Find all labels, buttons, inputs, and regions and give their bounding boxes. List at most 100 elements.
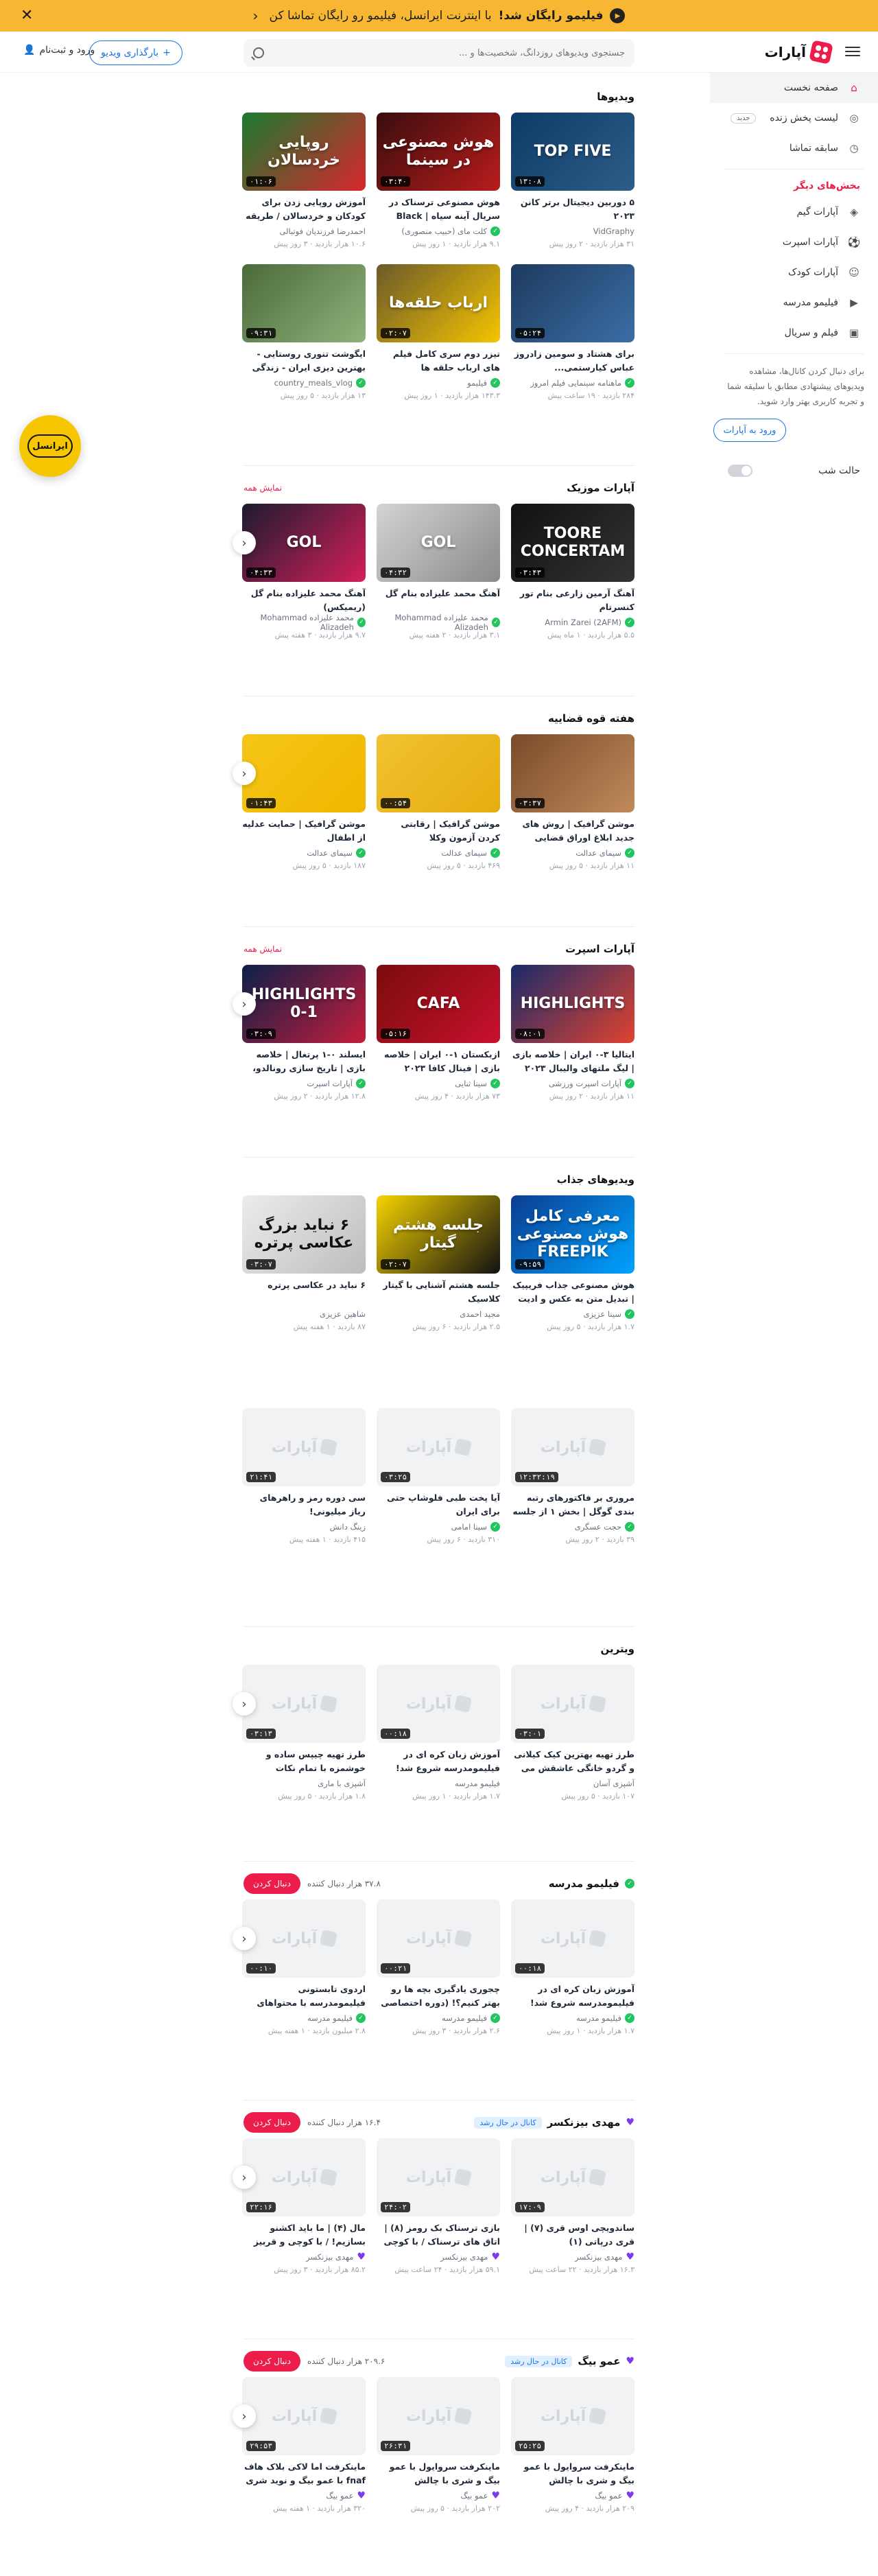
video-card[interactable]: آپارات ۰۰:۲۱ چجوری یادگیری بچه ها رو بهتر … — [377, 1899, 500, 2037]
channel-name[interactable]: فیلیمو مدرسه — [377, 1778, 500, 1789]
follow-button[interactable]: دنبال کردن — [244, 2112, 300, 2133]
video-title[interactable]: هوش مصنوعی ترسناک در سریال آینه سیاه | B… — [377, 196, 500, 223]
video-title[interactable]: ماینکرفت اما لاکی بلاک هاف fnaf با عمو ب… — [242, 2460, 366, 2487]
video-title[interactable]: جلسه هشتم آشنایی با گیتار کلاسیک — [377, 1278, 500, 1306]
video-thumbnail[interactable]: HIGHLIGHTS 0-1 ۰۳:۰۹ — [242, 965, 366, 1043]
video-thumbnail[interactable]: جلسه هشتم گیتار ۰۲:۰۷ — [377, 1195, 500, 1274]
video-thumbnail[interactable]: TOORE CONCERTAM ۰۳:۴۳ — [511, 504, 634, 582]
hamburger-menu-icon[interactable] — [845, 44, 860, 59]
chevron-left-icon[interactable]: ‹ — [233, 1927, 256, 1950]
video-card[interactable]: ۰۰:۵۴ موشن گرافیک | رقابتی کردن آزمون وکل… — [377, 734, 500, 872]
search-bar[interactable] — [244, 39, 634, 67]
sidebar-item[interactable]: ◷ سابقه تماشا — [710, 133, 878, 163]
channel-name[interactable]: ✓ country_meals_vlog — [242, 377, 366, 388]
video-title[interactable]: آهنگ محمد علیزاده بنام گل (ریمیکس) — [242, 587, 366, 614]
channel-name[interactable]: آشپزی با ماری — [242, 1778, 366, 1789]
video-thumbnail[interactable]: ارباب حلقه‌ها ۰۲:۰۷ — [377, 264, 500, 342]
video-card[interactable]: ارباب حلقه‌ها ۰۲:۰۷ تیزر دوم سری کامل فیلم… — [377, 264, 500, 402]
video-card[interactable]: ۰۳:۳۷ موشن گرافیک | روش های جدید ابلاغ او… — [511, 734, 634, 872]
follow-button[interactable]: دنبال کردن — [244, 2351, 300, 2372]
channel-name[interactable]: آشپزی آسان — [511, 1778, 634, 1789]
video-card[interactable]: CAFA ۰۵:۱۶ ازبکستان ۱-۰ ایران | خلاصه بازی… — [377, 965, 500, 1103]
channel-name[interactable]: ✓ سینا عزیزی — [511, 1309, 634, 1320]
video-thumbnail[interactable]: ۶ نباید بزرگ عکاسی پرتره ۰۳:۰۷ — [242, 1195, 366, 1274]
channel-name[interactable]: مجید احمدی — [377, 1309, 500, 1320]
channel-name[interactable]: ✓ کلت‌ مای (حبیب منصوری) — [377, 226, 500, 237]
channel-name[interactable]: ♥ عمو بیگ — [377, 2490, 500, 2501]
video-thumbnail[interactable]: ۰۳:۳۷ — [511, 734, 634, 812]
channel-name[interactable]: ✓ آپارات اسپرت — [242, 1078, 366, 1089]
video-card[interactable]: آپارات ۰۳:۲۵ آیا پخت طبی فلوشاپ حتی برای ا… — [377, 1408, 500, 1546]
video-card[interactable]: ۶ نباید بزرگ عکاسی پرتره ۰۳:۰۷ ۶ نباید در … — [242, 1195, 366, 1333]
channel-name[interactable]: ✓ فیلیمو — [377, 377, 500, 388]
sidebar-login-button[interactable]: ورود به آپارات — [713, 419, 786, 442]
video-title[interactable]: مال (۴) | ما باید اکشنو بسازیم! / با کوچ… — [242, 2221, 366, 2249]
channel-name[interactable]: ✓ فیلیمو مدرسه — [377, 2013, 500, 2024]
channel-name[interactable]: ♥ مهدی بیزنکسر — [377, 2251, 500, 2262]
video-title[interactable]: ایسلند ۰-۱ پرتغال | خلاصه بازی | تاریخ س… — [242, 1048, 366, 1075]
video-title[interactable]: ساندویچی اوس قری (۷) | قری درپاتی (۱) — [511, 2221, 634, 2249]
video-card[interactable]: آپارات ۲۹:۵۳ ماینکرفت اما لاکی بلاک هاف fn… — [242, 2377, 366, 2515]
video-title[interactable]: ۶ نباید در عکاسی پرتره — [242, 1278, 366, 1306]
video-thumbnail[interactable]: آپارات ۲۲:۱۶ — [242, 2138, 366, 2216]
sidebar-item[interactable]: ◎ لیست پخش زنده جدید — [710, 103, 878, 133]
video-card[interactable]: ۰۵:۲۴ برای هشتاد و سومین زادروز عباس کیار… — [511, 264, 634, 402]
channel-name[interactable]: ✓ فیلیمو مدرسه — [511, 2013, 634, 2024]
promo-banner[interactable]: ✕ ▶ فیلیمو رایگان شد! با اینترنت ایرانسل… — [0, 0, 878, 32]
chevron-left-icon[interactable]: ‹ — [253, 8, 259, 24]
video-thumbnail[interactable]: هوش مصنوعی در سینما ۰۳:۴۰ — [377, 113, 500, 191]
channel-name[interactable]: ♥ مهدی بیزنکسر — [242, 2251, 366, 2262]
show-all-link[interactable]: نمایش همه — [244, 483, 282, 493]
video-title[interactable]: آهنگ آرمین زارعی بنام تور کنسرتام — [511, 587, 634, 614]
video-title[interactable]: موشن گرافیک | روش های جدید ابلاغ اوراق ق… — [511, 817, 634, 845]
video-thumbnail[interactable]: آپارات ۱۲:۳۲:۱۹ — [511, 1408, 634, 1486]
aparat-logo[interactable]: آپارات — [765, 40, 833, 65]
channel-name[interactable]: VidGraphy — [511, 226, 634, 237]
channel-name[interactable]: ✓ سینا ثنایی — [377, 1078, 500, 1089]
video-title[interactable]: برای هشتاد و سومین زادروز عباس کیارستمی.… — [511, 347, 634, 375]
video-thumbnail[interactable]: ۰۰:۵۴ — [377, 734, 500, 812]
video-card[interactable]: آپارات ۰۰:۱۸ آموزش زبان کره ای در فیلیمومد… — [377, 1665, 500, 1803]
video-card[interactable]: روپایی خردسالان ۰۱:۰۶ آموزش روپایی زدن برا… — [242, 113, 366, 250]
video-card[interactable]: GOL ۰۴:۳۳ آهنگ محمد علیزاده بنام گل (ریمیک… — [242, 504, 366, 642]
video-title[interactable]: آموزش روپایی زدن برای کودکان و خردسالان … — [242, 196, 366, 223]
video-card[interactable]: آپارات ۱۷:۰۹ ساندویچی اوس قری (۷) | قری در… — [511, 2138, 634, 2276]
video-thumbnail[interactable]: آپارات ۰۳:۰۱ — [511, 1665, 634, 1743]
video-thumbnail[interactable]: روپایی خردسالان ۰۱:۰۶ — [242, 113, 366, 191]
video-card[interactable]: معرفی کامل هوش مصنوعی FREEPIK ۰۹:۵۹ هوش مص… — [511, 1195, 634, 1333]
sidebar-item[interactable]: ◈ آپارات گیم — [710, 197, 878, 227]
chevron-left-icon[interactable]: ‹ — [233, 2404, 256, 2428]
channel-name[interactable]: ✓ سینا امامی — [377, 1521, 500, 1532]
video-card[interactable]: هوش مصنوعی در سینما ۰۳:۴۰ هوش مصنوعی ترسنا… — [377, 113, 500, 250]
video-card[interactable]: جلسه هشتم گیتار ۰۲:۰۷ جلسه هشتم آشنایی با … — [377, 1195, 500, 1333]
video-title[interactable]: ماینکرفت سروایول با عمو بیگ و شری با چال… — [377, 2460, 500, 2487]
video-thumbnail[interactable]: TOP FIVE ۱۳:۰۸ — [511, 113, 634, 191]
chevron-left-icon[interactable]: ‹ — [233, 2166, 256, 2189]
follow-button[interactable]: دنبال کردن — [244, 1873, 300, 1894]
channel-name[interactable]: ✓ سیمای عدالت — [377, 847, 500, 858]
video-card[interactable]: آپارات ۲۴:۰۲ بازی ترسناک بک رومز (۸) | اتا… — [377, 2138, 500, 2276]
video-title[interactable]: ایگوشت تنوری روستایی - بهترین دیزی ایران… — [242, 347, 366, 375]
video-thumbnail[interactable]: آپارات ۰۰:۱۸ — [511, 1899, 634, 1978]
video-title[interactable]: آهنگ محمد علیزاده بنام گل — [377, 587, 500, 614]
channel-name[interactable]: شاهین عزیزی — [242, 1309, 366, 1320]
video-thumbnail[interactable]: آپارات ۲۹:۵۳ — [242, 2377, 366, 2455]
video-thumbnail[interactable]: ۰۱:۴۳ — [242, 734, 366, 812]
chevron-left-icon[interactable]: ‹ — [233, 992, 256, 1016]
video-card[interactable]: TOORE CONCERTAM ۰۳:۴۳ آهنگ آرمین زارعی بنا… — [511, 504, 634, 642]
video-title[interactable]: ازبکستان ۱-۰ ایران | خلاصه بازی | فینال … — [377, 1048, 500, 1075]
video-title[interactable]: تیزر دوم سری کامل فیلم های ارباب حلقه ها — [377, 347, 500, 375]
video-card[interactable]: آپارات ۰۰:۱۸ آموزش زبان کره ای در فیلیمومد… — [511, 1899, 634, 2037]
video-title[interactable]: موشن گرافیک | حمایت عدلیه از اطفال — [242, 817, 366, 845]
chevron-left-icon[interactable]: ‹ — [233, 762, 256, 785]
video-card[interactable]: آپارات ۱۲:۳۲:۱۹ مروری بر فاکتورهای رتبه بن… — [511, 1408, 634, 1546]
video-thumbnail[interactable]: آپارات ۰۰:۱۸ — [377, 1665, 500, 1743]
video-title[interactable]: اردوی تابستونی فیلیمومدرسه با محتواهای ج… — [242, 1982, 366, 2010]
video-title[interactable]: طرز تهیه چیپس ساده و خوشمزه با تمام نکات — [242, 1748, 366, 1775]
channel-name[interactable]: ♥ عمو بیگ — [242, 2490, 366, 2501]
video-thumbnail[interactable]: آپارات ۲۴:۰۲ — [377, 2138, 500, 2216]
video-thumbnail[interactable]: GOL ۰۴:۳۲ — [377, 504, 500, 582]
sidebar-item[interactable]: ▣ فیلم و سریال — [710, 318, 878, 348]
video-card[interactable]: HIGHLIGHTS 0-1 ۰۳:۰۹ ایسلند ۰-۱ پرتغال | خ… — [242, 965, 366, 1103]
channel-name[interactable]: ✓ محمد علیزاده Mohammad Alizadeh — [377, 613, 500, 632]
